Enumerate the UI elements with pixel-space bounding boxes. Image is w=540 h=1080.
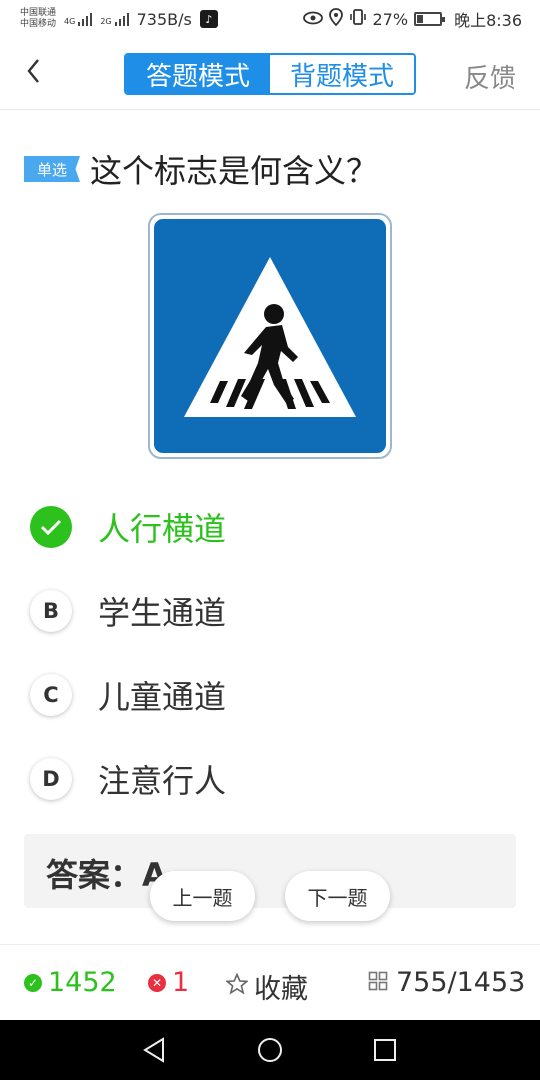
tiktok-icon: ♪ (199, 10, 218, 28)
correct-count: 1452 (48, 967, 117, 998)
option-d-letter: D (30, 758, 72, 800)
grid-icon (368, 967, 388, 998)
option-c-letter: C (30, 674, 72, 716)
network-speed: 735B/s (136, 9, 192, 29)
progress-stat[interactable]: 755/1453 (368, 967, 525, 998)
tab-answer-mode[interactable]: 答题模式 (126, 55, 270, 93)
battery-percent: 27% (372, 9, 409, 29)
option-b[interactable]: B 学生通道 (30, 588, 226, 634)
network-type-2: 2G (100, 17, 112, 26)
carrier-2: 中国移动 (20, 19, 57, 29)
answer-label: 答案：A (46, 856, 167, 894)
status-bar: 中国联通 中国移动 4G 2G 735B/s ♪ 27% 晚上8:36 (0, 0, 540, 38)
system-navigation-bar (0, 1020, 540, 1080)
top-nav-bar: 答题模式 背题模式 反馈 (0, 38, 540, 110)
check-circle-icon: ✓ (24, 973, 42, 992)
option-a[interactable]: 人行横道 (30, 504, 226, 550)
signal-icon: 4G (64, 12, 93, 26)
feedback-button[interactable]: 反馈 (464, 58, 516, 95)
vibrate-icon (349, 8, 367, 30)
battery-icon (414, 12, 446, 26)
network-type-1: 4G (64, 17, 76, 26)
question-text: 这个标志是何含义？ (90, 152, 379, 190)
carrier-1: 中国联通 (20, 8, 57, 18)
progress-count: 755/1453 (396, 967, 526, 998)
favorite-button[interactable]: 收藏 (225, 967, 308, 1006)
option-c[interactable]: C 儿童通道 (30, 672, 226, 718)
next-question-button[interactable]: 下一题 (285, 871, 390, 921)
eye-icon (302, 10, 323, 29)
question-header: 单选 这个标志是何含义？ (24, 146, 378, 192)
question-type-tag: 单选 (24, 156, 80, 182)
bottom-stats-bar: ✓ 1452 ✕ 1 收藏 755/1453 (0, 944, 540, 1020)
correct-count-stat[interactable]: ✓ 1452 (24, 967, 117, 998)
option-c-text: 儿童通道 (98, 678, 227, 716)
chevron-left-icon[interactable] (26, 58, 40, 90)
cross-circle-icon: ✕ (148, 973, 166, 992)
option-d-text: 注意行人 (98, 762, 227, 800)
wrong-count: 1 (172, 967, 190, 998)
location-icon (328, 8, 343, 30)
favorite-label: 收藏 (254, 974, 308, 1005)
option-b-letter: B (30, 590, 72, 632)
option-b-text: 学生通道 (98, 594, 227, 632)
prev-question-button[interactable]: 上一题 (150, 871, 255, 921)
clock: 晚上8:36 (454, 11, 522, 30)
recents-square-icon[interactable] (373, 1038, 397, 1066)
star-icon (225, 971, 249, 1002)
back-triangle-icon[interactable] (142, 1037, 166, 1067)
pedestrian-crossing-sign-image (148, 213, 392, 459)
wrong-count-stat[interactable]: ✕ 1 (148, 967, 189, 998)
home-circle-icon[interactable] (257, 1037, 283, 1067)
check-icon (30, 506, 72, 548)
carrier-names: 中国联通 中国移动 (20, 8, 56, 30)
signal-icon: 2G (100, 12, 129, 26)
tab-memorize-mode[interactable]: 背题模式 (270, 55, 414, 93)
option-a-text: 人行横道 (98, 510, 227, 548)
answer-box: 答案：A (24, 834, 516, 908)
mode-switch: 答题模式 背题模式 (124, 53, 416, 95)
option-d[interactable]: D 注意行人 (30, 756, 226, 802)
